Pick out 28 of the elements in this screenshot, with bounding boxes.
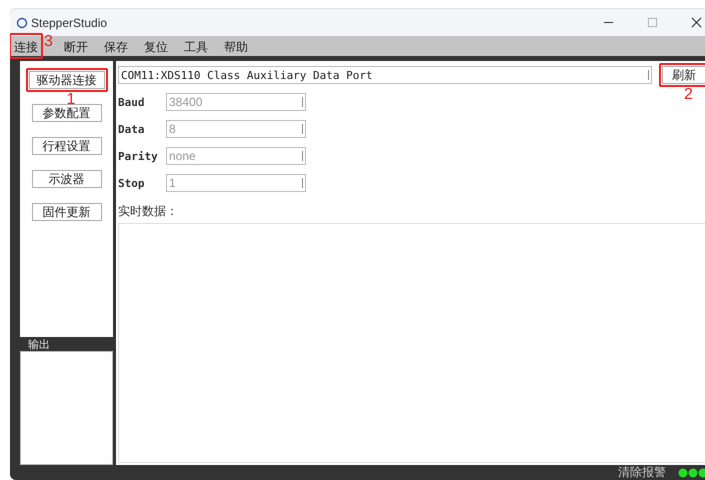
close-icon[interactable] (691, 17, 702, 28)
annotation-number: 2 (684, 87, 693, 103)
menu-item[interactable]: 断开 (62, 40, 90, 54)
sidebar-button[interactable]: 驱动器连接 (28, 71, 104, 89)
realtime-data-label: 实时数据： (118, 203, 179, 220)
window-title: StepperStudio (31, 16, 108, 30)
output-label: 输出 (28, 338, 50, 350)
menu-item[interactable]: 复位 (142, 40, 170, 54)
menu-item[interactable]: 帮助 (222, 40, 250, 54)
annotation-box (659, 63, 705, 87)
field-label: Baud (118, 96, 146, 108)
refresh-button[interactable]: 刷新 (662, 66, 705, 84)
sidebar-button[interactable]: 参数配置 (32, 104, 102, 122)
menu-item[interactable]: 连接 (12, 40, 40, 54)
annotation-box (10, 33, 43, 59)
field-label: Parity (118, 150, 159, 162)
annotation-number: 3 (44, 34, 53, 50)
status-lights-icon (678, 468, 705, 478)
menu-item[interactable]: 工具 (182, 40, 210, 54)
port-dropdown[interactable]: COM11:XDS110 Class Auxiliary Data Port (118, 66, 652, 84)
clear-alarm-button[interactable]: 清除报警 (618, 464, 666, 480)
sidebar-button[interactable]: 行程设置 (32, 137, 102, 155)
field-label: Stop (118, 176, 146, 190)
sidebar-button[interactable]: 固件更新 (32, 203, 102, 221)
field-label: Data (118, 122, 146, 136)
app-logo-icon (16, 16, 28, 28)
menu-item[interactable]: 保存 (102, 40, 130, 54)
sidebar-button[interactable]: 示波器 (32, 170, 102, 188)
